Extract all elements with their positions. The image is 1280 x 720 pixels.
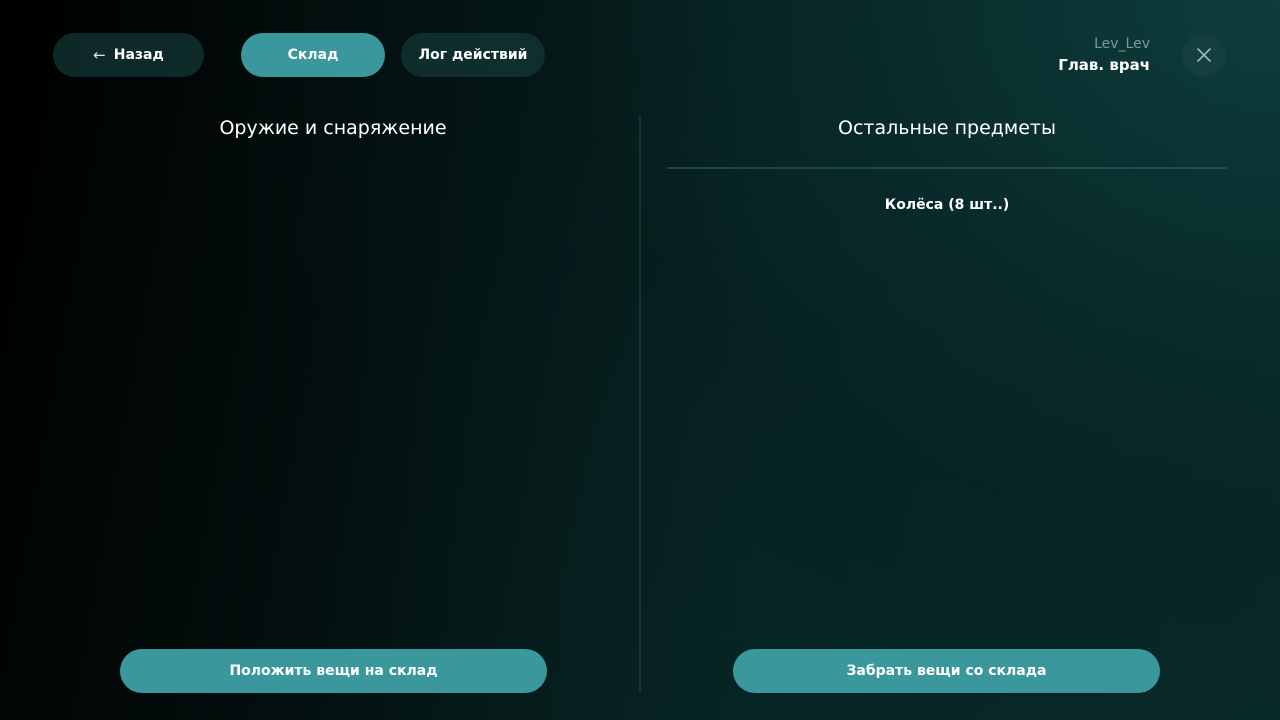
deposit-items-button[interactable]: Положить вещи на склад: [120, 649, 547, 693]
close-button[interactable]: [1182, 33, 1226, 77]
withdraw-items-button[interactable]: Забрать вещи со склада: [733, 649, 1160, 693]
user-name: Lev_Lev: [1094, 36, 1150, 52]
close-icon: [1197, 48, 1211, 62]
withdraw-items-button-label: Забрать вещи со склада: [846, 663, 1047, 679]
back-button-label: Назад: [113, 47, 164, 63]
other-items-title-underline: [667, 167, 1227, 169]
arrow-left-icon: ←: [93, 46, 106, 64]
tab-action-log[interactable]: Лог действий: [401, 33, 545, 77]
user-role: Глав. врач: [1058, 56, 1150, 74]
list-item[interactable]: Колёса (8 шт..): [667, 194, 1227, 216]
tab-action-log-label: Лог действий: [418, 47, 528, 63]
other-items-column-title: Остальные предметы: [837, 117, 1056, 139]
tab-warehouse[interactable]: Склад: [241, 33, 385, 77]
deposit-items-button-label: Положить вещи на склад: [229, 663, 438, 679]
user-info: Lev_Lev Глав. врач: [1058, 34, 1150, 76]
back-button[interactable]: ← Назад: [53, 33, 204, 77]
other-items-list: Колёса (8 шт..): [667, 194, 1227, 216]
tab-warehouse-label: Склад: [287, 47, 339, 63]
weapons-column-title: Оружие и снаряжение: [219, 117, 447, 139]
column-divider: [639, 115, 641, 693]
